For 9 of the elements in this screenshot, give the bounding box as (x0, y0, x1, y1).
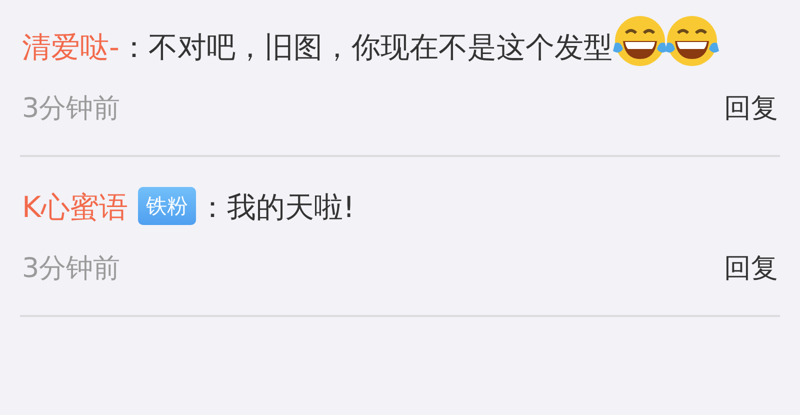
laughing-tears-emoji-icon (664, 13, 720, 69)
laughing-tears-emoji-icon (612, 13, 668, 69)
fan-badge: 铁粉 (138, 187, 196, 225)
comment-text: ：我的天啦! (198, 190, 355, 224)
comment-time: 3分钟前 (22, 252, 120, 286)
comment-text: ：不对吧，旧图，你现在不是这个发型 (119, 30, 612, 64)
reply-button[interactable]: 回复 (724, 251, 778, 287)
comment-time: 3分钟前 (22, 92, 120, 126)
reply-button[interactable]: 回复 (724, 91, 778, 127)
